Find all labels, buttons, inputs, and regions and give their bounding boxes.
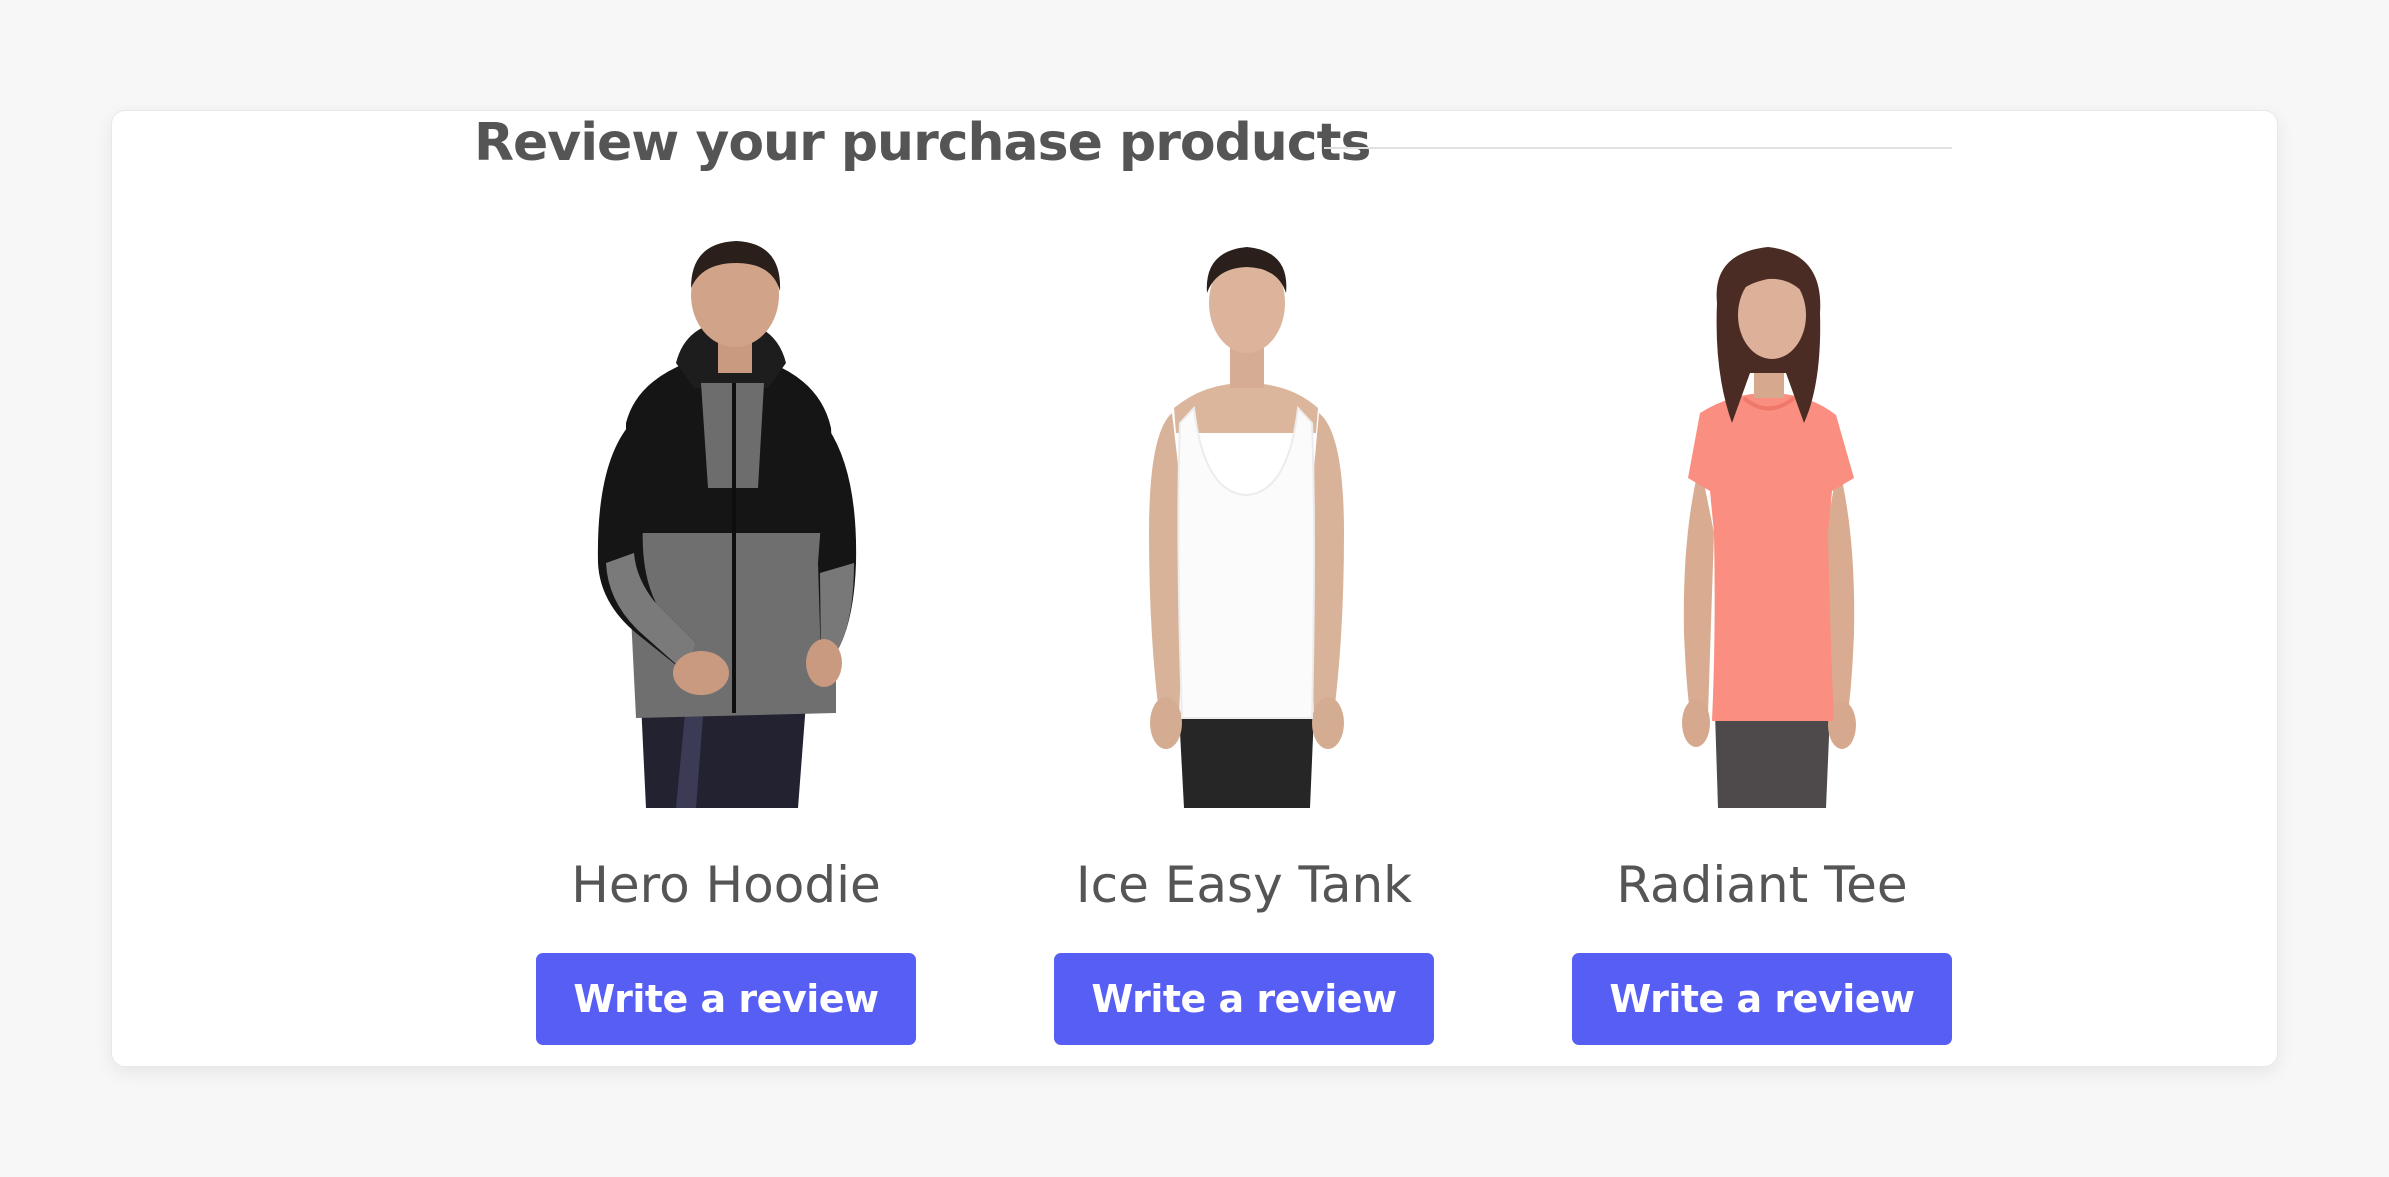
product-image-hero-hoodie[interactable] — [536, 233, 916, 933]
person-tee-image — [1682, 247, 1856, 808]
write-review-button-ice-easy-tank[interactable]: Write a review — [1054, 953, 1434, 1045]
product-card-radiant-tee: Radiant Tee Write a review — [1572, 111, 1952, 1066]
write-review-button-radiant-tee[interactable]: Write a review — [1572, 953, 1952, 1045]
product-name: Hero Hoodie — [571, 856, 881, 914]
person-hoodie-image — [597, 241, 857, 808]
product-image-radiant-tee[interactable] — [1572, 233, 1952, 933]
person-tank-image — [1149, 247, 1344, 808]
product-card-ice-easy-tank: Ice Easy Tank Write a review — [1054, 111, 1434, 1066]
product-name: Radiant Tee — [1616, 856, 1908, 914]
review-products-card: Review your purchase products Hero Hoodi… — [111, 110, 2278, 1067]
product-card-hero-hoodie: Hero Hoodie Write a review — [536, 111, 916, 1066]
product-name: Ice Easy Tank — [1075, 856, 1413, 914]
write-review-button-hero-hoodie[interactable]: Write a review — [536, 953, 916, 1045]
product-image-ice-easy-tank[interactable] — [1054, 233, 1434, 933]
